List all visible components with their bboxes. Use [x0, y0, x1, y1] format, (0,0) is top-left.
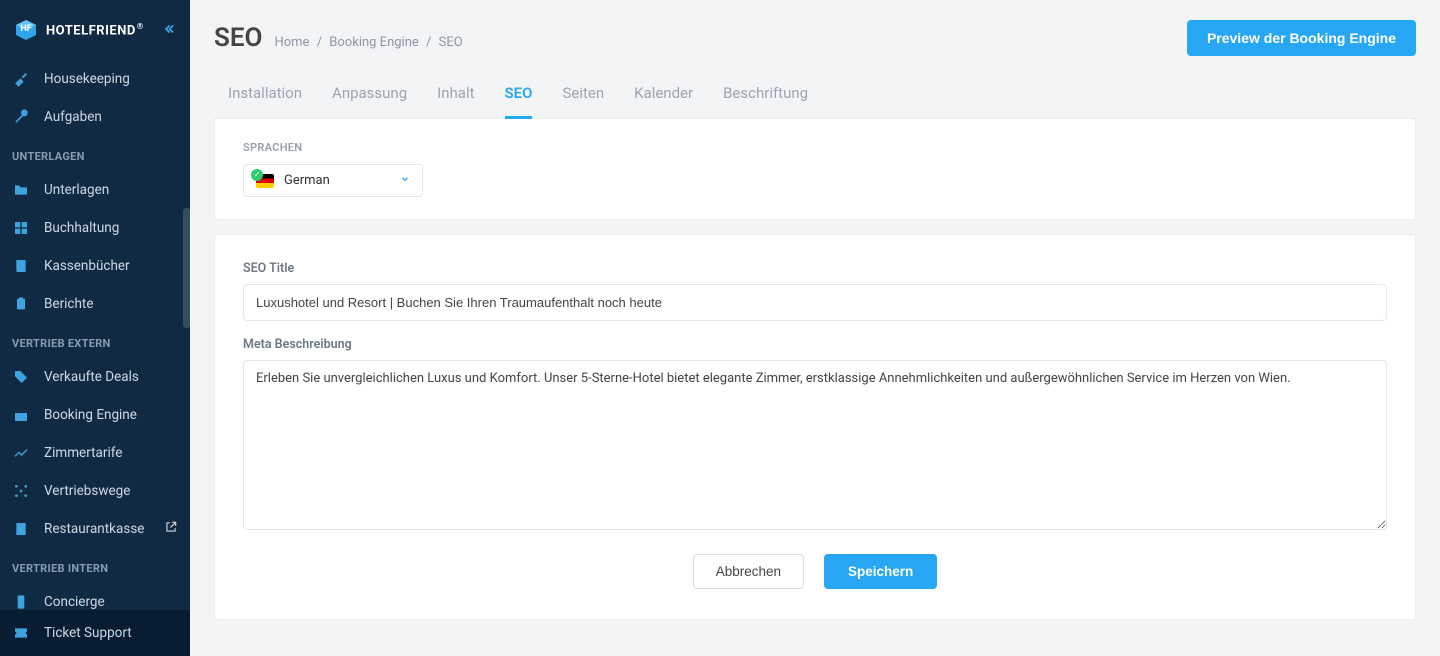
save-button[interactable]: Speichern [824, 554, 937, 589]
wrench-icon [12, 108, 30, 126]
chart-line-icon [12, 444, 30, 462]
sidebar: HF HOTELFRIEND® Housekeeping Aufgaben UN… [0, 0, 190, 656]
language-select[interactable]: ✓ German [243, 164, 423, 197]
phone-icon [12, 593, 30, 611]
sidebar-scroll[interactable]: Housekeeping Aufgaben UNTERLAGEN Unterla… [0, 60, 190, 656]
tab-inhalt[interactable]: Inhalt [437, 76, 474, 119]
section-header-vertrieb-intern: VERTRIEB INTERN [0, 548, 190, 583]
brand-header: HF HOTELFRIEND® [0, 0, 190, 60]
tab-seo[interactable]: SEO [505, 76, 533, 119]
language-panel: SPRACHEN ✓ German [214, 118, 1416, 220]
sidebar-item-label: Verkaufte Deals [44, 369, 139, 385]
sidebar-item-label: Booking Engine [44, 407, 137, 423]
broom-icon [12, 70, 30, 88]
language-selected-value: German [284, 173, 330, 188]
main-content: SEO Home / Booking Engine / SEO Preview … [190, 0, 1440, 656]
svg-text:HF: HF [20, 24, 31, 34]
sidebar-item-aufgaben[interactable]: Aufgaben [0, 98, 190, 136]
grid-icon [12, 219, 30, 237]
section-header-vertrieb-extern: VERTRIEB EXTERN [0, 323, 190, 358]
calendar-check-icon [12, 406, 30, 424]
breadcrumb-separator: / [317, 35, 322, 50]
chevron-down-icon [400, 174, 410, 187]
seo-form-panel: SEO Title Meta Beschreibung Abbrechen Sp… [214, 234, 1416, 620]
sidebar-item-housekeeping[interactable]: Housekeeping [0, 60, 190, 98]
sidebar-item-berichte[interactable]: Berichte [0, 285, 190, 323]
sidebar-item-label: Restaurantkasse [44, 521, 144, 537]
seo-title-input[interactable] [243, 284, 1387, 321]
check-icon: ✓ [251, 169, 263, 181]
collapse-sidebar-icon[interactable] [162, 20, 176, 41]
sidebar-item-label: Concierge [44, 594, 105, 610]
breadcrumb: Home / Booking Engine / SEO [274, 35, 462, 50]
preview-booking-engine-button[interactable]: Preview der Booking Engine [1187, 20, 1416, 56]
flag-de-icon: ✓ [256, 174, 274, 188]
language-label: SPRACHEN [243, 141, 1387, 154]
tab-beschriftung[interactable]: Beschriftung [723, 76, 808, 119]
folder-icon [12, 181, 30, 199]
sidebar-item-verkaufte-deals[interactable]: Verkaufte Deals [0, 358, 190, 396]
ticket-icon [12, 624, 30, 642]
tabs: Installation Anpassung Inhalt SEO Seiten… [214, 66, 1416, 119]
sidebar-item-kassenbuecher[interactable]: Kassenbücher [0, 247, 190, 285]
brand-name: HOTELFRIEND® [46, 22, 144, 38]
sidebar-item-label: Unterlagen [44, 182, 109, 198]
section-header-unterlagen: UNTERLAGEN [0, 136, 190, 171]
breadcrumb-separator: / [426, 35, 431, 50]
breadcrumb-item[interactable]: Booking Engine [329, 35, 418, 50]
sidebar-item-label: Zimmertarife [44, 445, 122, 461]
sidebar-item-buchhaltung[interactable]: Buchhaltung [0, 209, 190, 247]
book-icon [12, 257, 30, 275]
tab-anpassung[interactable]: Anpassung [332, 76, 407, 119]
breadcrumb-item: SEO [439, 35, 463, 50]
page-title: SEO [214, 23, 262, 53]
sidebar-item-restaurantkasse[interactable]: Restaurantkasse [0, 510, 190, 548]
tab-seiten[interactable]: Seiten [562, 76, 604, 119]
sidebar-item-label: Berichte [44, 296, 94, 312]
sidebar-item-unterlagen[interactable]: Unterlagen [0, 171, 190, 209]
cancel-button[interactable]: Abbrechen [693, 554, 804, 589]
tab-installation[interactable]: Installation [228, 76, 302, 119]
sidebar-item-label: Aufgaben [44, 109, 102, 125]
topbar: SEO Home / Booking Engine / SEO Preview … [214, 0, 1416, 66]
nodes-icon [12, 482, 30, 500]
receipt-icon [12, 520, 30, 538]
clipboard-icon [12, 295, 30, 313]
sidebar-item-label: Vertriebswege [44, 483, 130, 499]
sidebar-item-booking-engine[interactable]: Booking Engine [0, 396, 190, 434]
sidebar-item-label: Housekeeping [44, 71, 130, 87]
sidebar-item-vertriebswege[interactable]: Vertriebswege [0, 472, 190, 510]
sidebar-item-label: Kassenbücher [44, 258, 130, 274]
sidebar-item-ticket-support[interactable]: Ticket Support [0, 610, 190, 656]
brand[interactable]: HF HOTELFRIEND® [14, 18, 144, 42]
meta-description-textarea[interactable] [243, 360, 1387, 530]
brand-logo-icon: HF [14, 18, 38, 42]
seo-title-label: SEO Title [243, 261, 1387, 276]
sidebar-scrollbar-thumb[interactable] [183, 208, 190, 328]
form-actions: Abbrechen Speichern [243, 554, 1387, 597]
tag-icon [12, 368, 30, 386]
sidebar-item-label: Buchhaltung [44, 220, 119, 236]
tab-kalender[interactable]: Kalender [634, 76, 693, 119]
sidebar-item-zimmertarife[interactable]: Zimmertarife [0, 434, 190, 472]
meta-description-label: Meta Beschreibung [243, 337, 1387, 352]
sidebar-footer: Ticket Support [0, 610, 190, 656]
sidebar-item-label: Ticket Support [44, 625, 132, 641]
external-link-icon [164, 520, 178, 538]
breadcrumb-item[interactable]: Home [274, 35, 309, 50]
